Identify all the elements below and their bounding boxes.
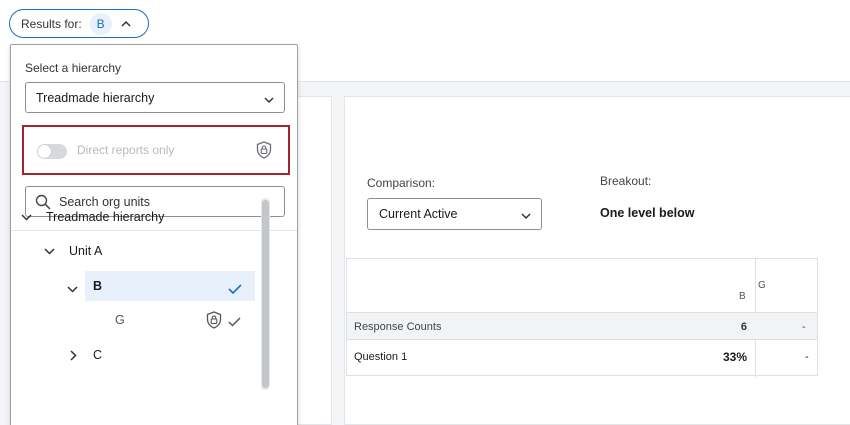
results-table: B G Response Counts 6 - Question 1 33% -: [346, 258, 818, 377]
tree-item-label: Unit A: [69, 244, 103, 258]
chevron-down-icon[interactable]: [67, 280, 78, 298]
column-header-g: G: [758, 280, 766, 291]
chevron-down-icon: [264, 93, 274, 107]
results-for-label: Results for:: [21, 16, 82, 31]
row-value-b: 6: [740, 321, 747, 333]
row-name: Response Counts: [354, 321, 442, 333]
tree-item-root[interactable]: Treadmade hierarchy: [20, 202, 164, 232]
row-name: Question 1: [354, 351, 408, 363]
hierarchy-select-value: Treadmade hierarchy: [36, 90, 155, 105]
comparison-value: Current Active: [379, 207, 458, 221]
checkmark-icon: [228, 281, 242, 299]
comparison-label: Comparison:: [367, 176, 436, 190]
direct-reports-option: Direct reports only: [22, 125, 290, 175]
tree-item-label: C: [93, 348, 103, 362]
checkmark-icon: [228, 314, 241, 332]
breakout-value: One level below: [600, 206, 695, 220]
chevron-up-icon: [120, 18, 132, 30]
tree-item-g[interactable]: G: [115, 305, 125, 335]
chevron-down-icon[interactable]: [43, 245, 55, 257]
hierarchy-dropdown-panel: Select a hierarchy Treadmade hierarchy D…: [10, 44, 298, 425]
tree-item-unit-a[interactable]: Unit A: [43, 236, 102, 266]
comparison-select[interactable]: Current Active: [367, 198, 542, 230]
results-for-button[interactable]: Results for: B: [9, 9, 149, 38]
tree-item-label: B: [93, 279, 103, 293]
hierarchy-label: Select a hierarchy: [25, 61, 122, 75]
tree-item-label: Treadmade hierarchy: [46, 210, 165, 224]
chevron-down-icon: [521, 209, 531, 223]
row-value-b: 33%: [722, 350, 747, 364]
table-row: Question 1 33% -: [347, 341, 817, 375]
column-header-b: B: [739, 291, 746, 302]
shield-lock-icon: [206, 311, 222, 334]
direct-reports-toggle[interactable]: [37, 144, 67, 159]
table-row: Response Counts 6 -: [347, 312, 817, 340]
chevron-down-icon[interactable]: [20, 211, 32, 223]
row-value-g: -: [802, 321, 806, 333]
tree-item-label: G: [115, 313, 125, 327]
scrollbar-thumb[interactable]: [262, 200, 269, 388]
shield-lock-icon: [256, 141, 272, 164]
toggle-knob: [38, 145, 51, 158]
tree-item-c[interactable]: C: [67, 340, 102, 370]
row-value-g: -: [805, 351, 809, 363]
breakout-label: Breakout:: [600, 174, 652, 188]
hierarchy-select[interactable]: Treadmade hierarchy: [25, 82, 285, 113]
chevron-right-icon[interactable]: [67, 349, 79, 361]
tree-scrollbar[interactable]: [261, 198, 270, 390]
results-for-value: B: [89, 12, 112, 35]
direct-reports-label: Direct reports only: [77, 143, 175, 157]
